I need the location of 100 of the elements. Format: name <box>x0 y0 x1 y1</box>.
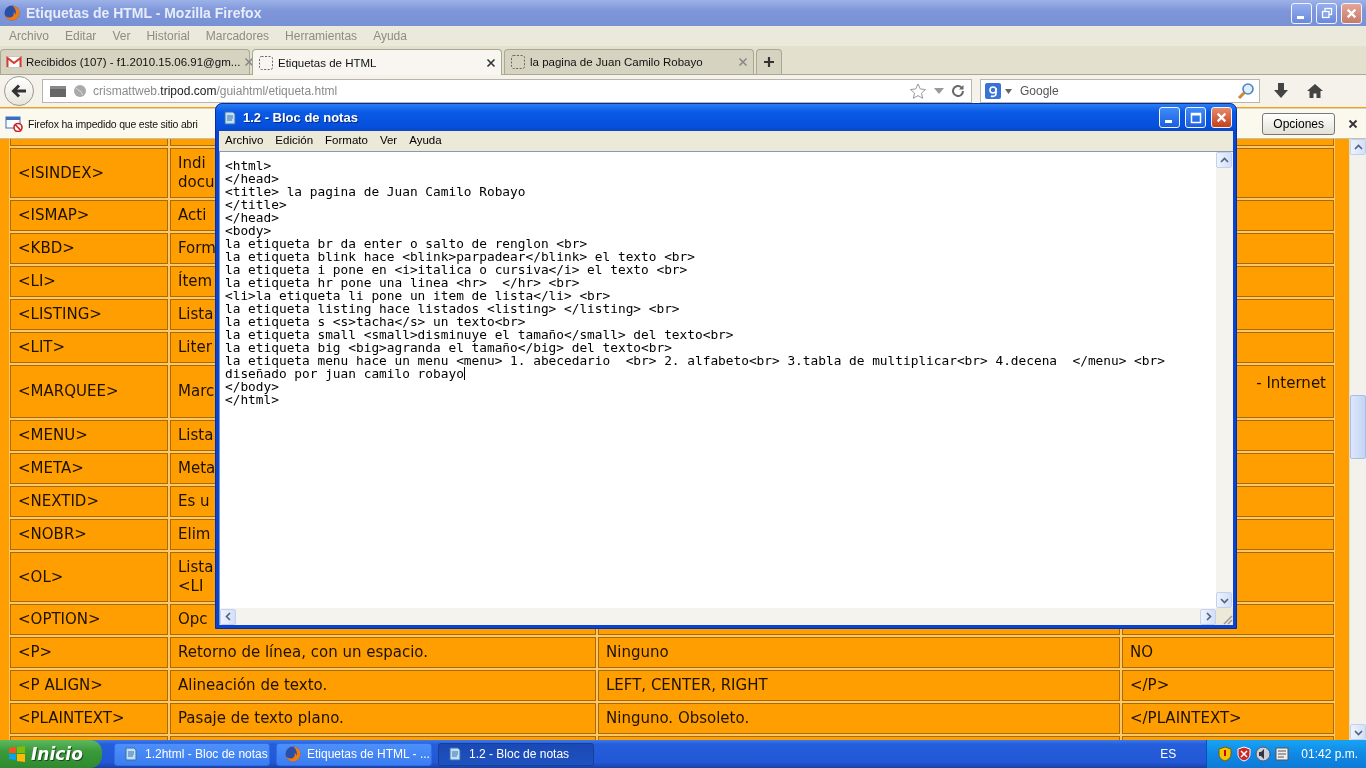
browser-tab[interactable]: Recibidos (107) - f1.2010.15.06.91@gm... <box>0 49 250 74</box>
scrollbar[interactable] <box>1216 151 1233 608</box>
scrollbar[interactable] <box>219 608 1216 625</box>
window-title: 1.2 - Bloc de notas <box>243 110 359 125</box>
search-engine-icon[interactable] <box>985 83 1001 99</box>
code-line: la etiqueta hr pone una linea <hr> </hr> <br> <box>225 276 581 289</box>
plus-icon <box>763 56 775 68</box>
table-cell: </PLAINTEXT> <box>1122 703 1334 734</box>
table-cell: Alineación de texto. <box>170 670 596 701</box>
blocked-popup-icon <box>5 115 23 132</box>
search-field[interactable]: Google <box>1016 84 1233 98</box>
table-cell: <META> <box>10 453 168 484</box>
globe-icon <box>73 84 87 98</box>
notepad-icon[interactable] <box>1274 746 1291 762</box>
code-line: diseñado por juan camilo robayo <box>225 367 466 380</box>
code-line: </head> <box>225 172 280 185</box>
minimize-button[interactable] <box>1291 2 1312 24</box>
taskbar-button[interactable]: 1.2html - Bloc de notas <box>114 742 270 766</box>
options-button[interactable]: Opciones <box>1262 112 1335 135</box>
search-bar[interactable]: Google <box>980 79 1260 103</box>
close-icon[interactable] <box>1348 118 1358 129</box>
scroll-right-icon[interactable] <box>1203 612 1213 621</box>
windows-flag-icon <box>8 746 26 762</box>
code-line: </body> <box>225 380 280 393</box>
text-editor[interactable] <box>219 151 1216 608</box>
search-icon[interactable] <box>1237 82 1255 100</box>
minimize-button[interactable] <box>1159 107 1180 128</box>
maximize-button[interactable] <box>1185 107 1206 128</box>
table-cell: Ninguno. Obsoleto. <box>598 703 1120 734</box>
bookmarks-icon[interactable] <box>49 84 67 98</box>
mail-icon <box>6 56 22 68</box>
browser-tab[interactable]: la pagina de Juan Camilo Robayo <box>504 49 754 74</box>
start-button[interactable]: Inicio <box>0 740 102 768</box>
table-cell: <ISMAP> <box>10 200 168 231</box>
menu-item[interactable]: Archivo <box>219 134 270 146</box>
table-cell: <OPTION> <box>10 604 168 635</box>
scroll-left-icon[interactable] <box>223 612 233 621</box>
notepad-icon <box>123 746 139 762</box>
firefox-icon <box>4 5 20 21</box>
menu-item[interactable]: Edición <box>269 134 320 146</box>
close-button[interactable] <box>1211 107 1232 128</box>
scroll-down-icon[interactable] <box>1219 595 1229 605</box>
table-cell: <KBD> <box>10 233 168 264</box>
menu-item[interactable]: Ayuda <box>403 134 448 146</box>
home-icon <box>1306 83 1324 99</box>
resize-grip-icon[interactable] <box>1221 613 1233 625</box>
window-title: Etiquetas de HTML - Mozilla Firefox <box>26 5 263 21</box>
notepad-icon <box>222 109 238 126</box>
table-cell: <P ALIGN> <box>10 670 168 701</box>
code-line: la etiqueta s <s>tacha</s> un texto<br> <box>225 315 526 328</box>
page-icon <box>510 54 526 70</box>
dropdown-icon[interactable] <box>1005 88 1012 94</box>
scroll-down-icon[interactable] <box>1353 727 1363 737</box>
clock[interactable]: 01:42 p.m. <box>1301 747 1358 761</box>
close-button[interactable] <box>1341 2 1362 24</box>
menu-item[interactable]: Formato <box>319 134 374 146</box>
table-cell: <MENU> <box>10 420 168 451</box>
code-line: </head> <box>225 211 279 224</box>
language-indicator[interactable]: ES <box>1160 747 1177 761</box>
close-icon[interactable] <box>486 57 496 68</box>
restore-button[interactable] <box>1316 2 1337 24</box>
minimize-icon <box>1296 15 1304 19</box>
table-cell: Retorno de línea, con un espacio. <box>170 637 596 668</box>
firefox-icon <box>285 746 301 762</box>
code-line: </html> <box>225 393 280 406</box>
table-cell: <NOBR> <box>10 519 168 550</box>
scroll-up-icon[interactable] <box>1219 155 1229 165</box>
taskbar-button[interactable]: Etiquetas de HTML - ... <box>276 742 432 766</box>
shield-icon[interactable] <box>1217 746 1234 762</box>
table-cell: Ninguno <box>598 637 1120 668</box>
minimize-icon <box>1164 120 1172 123</box>
back-arrow-icon <box>11 84 27 98</box>
page-icon <box>258 54 274 71</box>
maximize-icon <box>1189 111 1202 124</box>
dropdown-icon[interactable] <box>933 87 945 95</box>
code-line: </title> <box>225 198 288 211</box>
table-cell: <OL> <box>10 552 168 602</box>
shield-icon[interactable] <box>1236 746 1253 762</box>
table-cell: <NEXTID> <box>10 486 168 517</box>
table-cell: NO <box>1122 637 1334 668</box>
table-cell: <P> <box>10 637 168 668</box>
back-button[interactable] <box>4 76 34 106</box>
menu-item[interactable]: Ver <box>373 134 404 146</box>
scrollbar-thumb[interactable] <box>1350 395 1366 459</box>
speaker-icon[interactable] <box>1255 746 1272 762</box>
notification-text: Firefox ha impedido que este sitio abri <box>28 117 198 130</box>
star-icon[interactable] <box>909 82 927 100</box>
table-cell: </P> <box>1122 670 1334 701</box>
address-field[interactable]: crismattweb.tripod.com/guiahtml/etiqueta.html <box>42 79 972 103</box>
download-icon <box>1273 82 1289 100</box>
reload-icon[interactable] <box>951 84 965 98</box>
scroll-up-icon[interactable] <box>1353 142 1363 152</box>
code-line: <html> <box>225 159 273 172</box>
taskbar-button[interactable]: 1.2 - Bloc de notas <box>438 742 594 766</box>
table-cell: Pasaje de texto plano. <box>170 703 596 734</box>
table-cell: LEFT, CENTER, RIGHT <box>598 670 1120 701</box>
restore-icon <box>1320 7 1333 19</box>
new-tab-button[interactable] <box>756 49 782 74</box>
browser-tab[interactable]: Etiquetas de HTML <box>252 49 502 75</box>
code-line: <title> la pagina de Juan Camilo Robayo <box>225 185 527 198</box>
